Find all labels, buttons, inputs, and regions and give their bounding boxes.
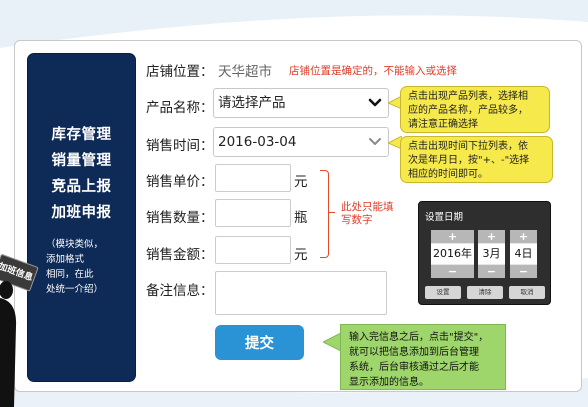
unit-price-input[interactable] (215, 164, 291, 192)
day-value: 4日 (510, 244, 537, 264)
year-decrement-button[interactable]: − (431, 265, 474, 278)
date-picker-day-column: + 4日 − (510, 230, 537, 278)
product-select[interactable]: 请选择产品 (213, 88, 389, 118)
sidebar-note-line: （模块类似， (46, 239, 104, 250)
submit-callout-line: 系统，后台审核通过之后才能 (349, 362, 479, 373)
day-decrement-button[interactable]: − (510, 265, 537, 278)
submit-callout-line: 就可以把信息添加到后台管理 (349, 347, 479, 358)
submit-callout: 输入完信息之后，点击"提交"， 就可以把信息添加到后台管理 系统，后台审核通过之… (340, 324, 506, 390)
date-picker-title: 设置日期 (425, 212, 464, 223)
product-callout: 点击出现产品列表，选择相 应的产品名称，产品较多， 请注意正确选择 (400, 86, 550, 133)
date-picker-cancel-button[interactable]: 取消 (509, 286, 545, 299)
chevron-down-icon (368, 98, 382, 107)
product-name-label: 产品名称： (146, 100, 214, 116)
sale-date-value: 2016-03-04 (218, 134, 297, 150)
store-location-value: 天华超市 (218, 64, 272, 80)
remarks-label: 备注信息： (146, 283, 214, 299)
store-location-note: 店铺位置是确定的，不能输入或选择 (289, 65, 457, 77)
sidebar-note: （模块类似， 添加格式 相同，在此 处统一介绍） (46, 237, 132, 297)
store-location-label: 店铺位置： (146, 64, 214, 80)
date-callout-line: 相应的时间即可。 (408, 169, 488, 180)
product-select-value: 请选择产品 (218, 95, 286, 111)
remarks-textarea[interactable] (215, 271, 387, 315)
submit-callout-line: 输入完信息之后，点击"提交"， (349, 332, 489, 343)
numeric-only-note-line: 写数字 (341, 214, 373, 226)
date-picker-preview: 设置日期 + 2016年 − + 3月 − + 4日 − 设置 清除 取消 (418, 201, 551, 305)
date-picker-set-button[interactable]: 设置 (425, 286, 461, 299)
numeric-only-note-line: 此处只能填 (341, 201, 394, 213)
date-callout: 点击出现时间下拉列表，依 次是年月日，按"+、-"选择 相应的时间即可。 (400, 136, 553, 183)
date-picker-clear-button[interactable]: 清除 (467, 286, 503, 299)
sidebar-note-line: 添加格式 (46, 254, 85, 265)
quantity-input[interactable] (215, 199, 291, 227)
date-picker-month-column: + 3月 − (478, 230, 505, 278)
amount-label: 销售金额： (146, 247, 214, 263)
unit-price-label: 销售单价： (146, 174, 214, 190)
month-value: 3月 (478, 244, 505, 264)
product-callout-line: 请注意正确选择 (408, 119, 478, 130)
quantity-unit: 瓶 (294, 210, 308, 226)
sidebar-item-inventory[interactable]: 库存管理 (28, 122, 135, 148)
year-value: 2016年 (431, 244, 474, 264)
month-decrement-button[interactable]: − (478, 265, 505, 278)
sidebar-item-overtime[interactable]: 加班申报 (28, 200, 135, 226)
submit-button[interactable]: 提交 (215, 325, 304, 360)
submit-callout-pointer (323, 333, 341, 351)
year-increment-button[interactable]: + (431, 230, 474, 243)
sidebar: 库存管理 销量管理 竞品上报 加班申报 （模块类似， 添加格式 相同，在此 处统… (27, 53, 136, 382)
sidebar-item-competitor[interactable]: 竞品上报 (28, 174, 135, 200)
numeric-only-note: 此处只能填 写数字 (341, 201, 394, 227)
quantity-label: 销售数量： (146, 210, 214, 226)
sale-date-label: 销售时间： (146, 138, 214, 154)
product-callout-line: 应的产品名称，产品较多， (408, 105, 528, 116)
chevron-down-icon (369, 138, 381, 145)
amount-unit: 元 (294, 247, 308, 263)
sidebar-menu: 库存管理 销量管理 竞品上报 加班申报 (28, 122, 135, 226)
person-silhouette-icon (0, 281, 17, 407)
sidebar-note-line: 处统一介绍） (46, 284, 104, 295)
sidebar-note-line: 相同，在此 (46, 269, 94, 280)
sidebar-item-sales[interactable]: 销量管理 (28, 148, 135, 174)
numeric-fields-bracket (320, 170, 329, 258)
date-picker-actions: 设置 清除 取消 (425, 286, 545, 299)
numeric-fields-bracket-tick (328, 212, 335, 213)
submit-callout-line: 显示添加的信息。 (349, 377, 429, 388)
unit-price-unit: 元 (294, 174, 308, 190)
month-increment-button[interactable]: + (478, 230, 505, 243)
day-increment-button[interactable]: + (510, 230, 537, 243)
date-callout-line: 次是年月日，按"+、-"选择 (408, 155, 530, 166)
date-callout-line: 点击出现时间下拉列表，依 (408, 141, 528, 152)
sale-date-select[interactable]: 2016-03-04 (213, 127, 389, 157)
date-picker-year-column: + 2016年 − (431, 230, 474, 278)
amount-input[interactable] (215, 236, 291, 264)
product-callout-line: 点击出现产品列表，选择相 (408, 91, 528, 102)
